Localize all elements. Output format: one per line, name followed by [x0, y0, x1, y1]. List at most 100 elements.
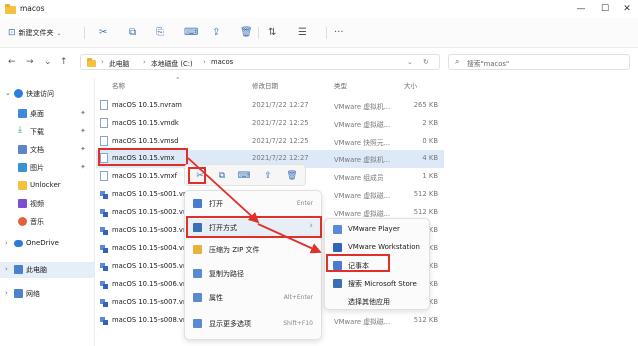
file-icon	[100, 189, 108, 199]
file-size: 265 KB	[413, 101, 438, 109]
delete-icon[interactable]: 🗑	[285, 170, 299, 182]
recent-dropdown-icon[interactable]: ⌄	[44, 57, 52, 67]
address-bar[interactable]: › 此电脑 › 本地磁盘 (C:) › macos ⌄ ↻	[80, 54, 440, 70]
file-icon	[100, 261, 108, 271]
file-name: macOS 10.15-s007.vm	[112, 298, 190, 306]
file-type: VMware 虚拟磁...	[334, 210, 391, 218]
close-icon[interactable]: ✕	[620, 2, 634, 16]
chevron-right-icon[interactable]: ›	[5, 265, 8, 273]
share-icon[interactable]: ⇪	[212, 27, 220, 39]
zip-icon	[193, 245, 202, 254]
submenu-item-choose-another-app[interactable]: 选择其他应用	[327, 293, 429, 311]
sidebar-item-unlocker[interactable]: Unlocker	[0, 178, 95, 194]
back-icon[interactable]: ←	[8, 57, 16, 67]
open-icon	[193, 199, 202, 208]
sidebar-item-documents[interactable]: 文档 ✦	[0, 142, 95, 158]
star-icon	[14, 89, 23, 98]
sidebar-item-pictures[interactable]: 图片 ✦	[0, 160, 95, 176]
refresh-icon[interactable]: ↻	[423, 58, 429, 66]
share-icon[interactable]: ⇪	[261, 170, 275, 182]
file-type: VMware 虚拟磁...	[334, 318, 391, 326]
file-name: macOS 10.15-s003.vm	[112, 226, 190, 234]
breadcrumb-macos[interactable]: macos	[211, 58, 233, 66]
minimize-icon[interactable]: —	[574, 2, 588, 16]
copy-icon[interactable]: ⧉	[129, 27, 136, 39]
file-icon	[100, 297, 108, 307]
submenu-item-search-store[interactable]: 搜索 Microsoft Store	[327, 275, 429, 293]
file-date: 2021/7/22 12:27	[252, 101, 309, 109]
cut-icon[interactable]: ✂	[99, 27, 107, 39]
rename-icon[interactable]: ⌨	[184, 27, 198, 39]
desktop-icon	[18, 109, 27, 118]
menu-item-show-more-options[interactable]: 显示更多选项 Shift+F10	[187, 315, 321, 333]
vmware-player-icon	[333, 225, 342, 234]
menu-item-compress-zip[interactable]: 压缩为 ZIP 文件	[187, 241, 321, 259]
file-date: 2021/7/22 12:27	[252, 154, 309, 162]
file-name: macOS 10.15.nvram	[112, 101, 182, 109]
column-header-type[interactable]: 类型	[334, 80, 347, 94]
video-icon	[18, 199, 27, 208]
file-name: macOS 10.15-s002.vm	[112, 208, 190, 216]
highlight-box-open-with	[186, 216, 322, 238]
column-header-date[interactable]: 修改日期	[252, 80, 278, 94]
new-folder-button[interactable]: ⊡ 新建文件夹 ⌄	[8, 26, 62, 40]
network-icon	[14, 289, 23, 298]
cloud-icon	[14, 240, 23, 247]
sidebar-item-quick-access[interactable]: ⌄ 快速访问	[0, 86, 95, 102]
file-icon	[100, 225, 108, 235]
navigation-pane: ⌄ 快速访问 桌面 ✦ ⤓ 下载 ✦ 文档 ✦ 图片 ✦ Unlocker 视频…	[0, 78, 95, 346]
breadcrumb-this-pc[interactable]: 此电脑	[109, 58, 129, 68]
forward-icon[interactable]: →	[26, 57, 34, 67]
menu-item-properties[interactable]: 属性 Alt+Enter	[187, 289, 321, 307]
breadcrumb-drive-c[interactable]: 本地磁盘 (C:)	[151, 58, 193, 68]
table-row[interactable]: macOS 10.15.nvram 2021/7/22 12:27 VMware 虚…	[96, 97, 444, 115]
sidebar-item-music[interactable]: 音乐	[0, 214, 95, 230]
column-header-name[interactable]: 名称	[112, 80, 125, 94]
view-button[interactable]: ☰	[298, 27, 307, 39]
pin-icon: ✦	[80, 145, 86, 153]
file-size: KB	[428, 244, 438, 252]
title-bar: macos — ☐ ✕	[0, 0, 638, 18]
sidebar-item-desktop[interactable]: 桌面 ✦	[0, 106, 95, 122]
divider	[326, 27, 327, 39]
copy-path-icon	[193, 269, 202, 278]
new-icon: ⊡	[8, 28, 16, 38]
sidebar-item-network[interactable]: › 网络	[0, 286, 95, 302]
chevron-right-icon[interactable]: ›	[5, 289, 8, 297]
divider	[258, 27, 259, 39]
file-icon	[100, 136, 108, 146]
file-size: 512 KB	[413, 190, 438, 198]
sidebar-item-onedrive[interactable]: › OneDrive	[0, 236, 95, 252]
menu-item-open[interactable]: 打开 Enter	[187, 195, 321, 213]
sidebar-item-downloads[interactable]: ⤓ 下载 ✦	[0, 124, 95, 140]
chevron-down-icon[interactable]: ⌄	[5, 89, 11, 97]
search-input[interactable]: ⌕ 搜索"macos"	[448, 54, 630, 70]
sort-button[interactable]: ⇅	[268, 27, 276, 39]
rename-icon[interactable]: ⌨	[237, 170, 251, 182]
file-size: 1 KB	[422, 172, 438, 180]
maximize-icon[interactable]: ☐	[598, 2, 612, 16]
more-button[interactable]: ···	[334, 27, 344, 39]
chevron-right-icon[interactable]: ›	[5, 239, 8, 247]
music-icon	[18, 217, 27, 226]
up-icon[interactable]: ↑	[60, 57, 68, 67]
table-row[interactable]: macOS 10.15.vmdk 2021/7/22 12:25 VMware 虚拟…	[96, 115, 444, 133]
copy-icon[interactable]: ⧉	[215, 170, 229, 182]
file-date: 2021/7/22 12:25	[252, 119, 309, 127]
sidebar-item-videos[interactable]: 视频	[0, 196, 95, 212]
menu-item-copy-as-path[interactable]: 复制为路径	[187, 265, 321, 283]
delete-icon[interactable]: 🗑	[240, 27, 253, 39]
sort-arrow-icon: ⌃	[175, 76, 181, 84]
file-type: VMware 虚拟机...	[334, 156, 391, 164]
submenu-item-vmware-player[interactable]: VMware Player	[327, 221, 429, 239]
column-header-size[interactable]: 大小	[404, 80, 417, 94]
sidebar-item-this-pc[interactable]: › 此电脑	[0, 262, 95, 278]
chevron-down-icon[interactable]: ⌄	[407, 58, 413, 66]
paste-icon[interactable]: ⎘	[156, 27, 164, 39]
file-name: macOS 10.15-s008.vm	[112, 316, 190, 324]
chevron-right-icon: ›	[101, 58, 104, 66]
file-size: KB	[428, 226, 438, 234]
pin-icon: ✦	[80, 127, 86, 135]
file-name: macOS 10.15-s004.vm	[112, 244, 190, 252]
file-type: VMware 快照元...	[334, 139, 391, 147]
